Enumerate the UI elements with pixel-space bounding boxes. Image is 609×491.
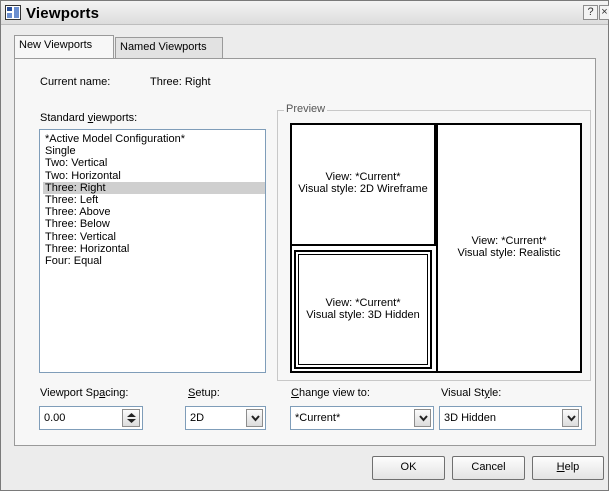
window-title: Viewports (26, 5, 100, 22)
chevron-down-icon[interactable] (562, 409, 579, 427)
list-item[interactable]: Three: Horizontal (43, 243, 265, 255)
viewports-icon (5, 5, 21, 20)
viewport-preview[interactable]: View: *Current* Visual style: 2D Wirefra… (290, 123, 582, 373)
list-item[interactable]: Three: Left (43, 194, 265, 206)
standard-viewports-label: Standard viewports: (40, 112, 138, 124)
visual-style-label: Visual Style: (441, 387, 502, 399)
setup-select[interactable]: 2D (185, 406, 266, 430)
ok-button[interactable]: OK (372, 456, 445, 480)
list-item[interactable]: Three: Vertical (43, 231, 265, 243)
list-item[interactable]: *Active Model Configuration* (43, 133, 265, 145)
viewport-spacing-input[interactable]: 0.00 (39, 406, 143, 430)
viewport-spacing-value: 0.00 (44, 412, 66, 424)
current-name-label: Current name: (40, 76, 111, 88)
tab-new-viewports[interactable]: New Viewports (14, 35, 114, 58)
preview-viewport-top-left[interactable]: View: *Current* Visual style: 2D Wirefra… (292, 125, 436, 246)
change-view-select[interactable]: *Current* (290, 406, 434, 430)
list-item[interactable]: Three: Above (43, 206, 265, 218)
viewport-view-text: View: *Current* (325, 171, 401, 183)
visual-style-select[interactable]: 3D Hidden (439, 406, 582, 430)
preview-viewport-right[interactable]: View: *Current* Visual style: Realistic (436, 125, 580, 371)
current-name-value: Three: Right (150, 76, 211, 88)
list-item[interactable]: Two: Vertical (43, 157, 265, 169)
list-item[interactable]: Single (43, 145, 265, 157)
change-view-value: *Current* (295, 412, 341, 424)
chevron-down-icon[interactable] (414, 409, 431, 427)
viewport-view-text: View: *Current* (471, 235, 547, 247)
list-item[interactable]: Three: Below (43, 218, 265, 230)
list-item[interactable]: Four: Equal (43, 255, 265, 267)
setup-value: 2D (190, 412, 205, 424)
setup-label: Setup: (188, 387, 220, 399)
cancel-button[interactable]: Cancel (452, 456, 525, 480)
help-icon[interactable]: ? (583, 5, 598, 20)
tab-named-viewports[interactable]: Named Viewports (115, 37, 223, 58)
list-item[interactable]: Two: Horizontal (43, 170, 265, 182)
help-button[interactable]: Help (532, 456, 604, 480)
title-bar[interactable]: Viewports ? × (1, 1, 609, 25)
viewports-dialog: Viewports ? × New Viewports Named Viewpo… (0, 0, 609, 491)
list-item[interactable]: Three: Right (43, 181, 265, 194)
change-view-label: Change view to: (291, 387, 370, 399)
viewport-style-text: Visual style: 2D Wireframe (298, 183, 428, 195)
visual-style-value: 3D Hidden (444, 412, 496, 424)
viewport-view-text: View: *Current* (325, 297, 401, 309)
standard-viewports-list[interactable]: *Active Model Configuration* Single Two: V… (39, 129, 266, 373)
preview-label: Preview (284, 103, 328, 115)
spinner-arrows-icon[interactable] (122, 409, 140, 427)
close-icon[interactable]: × (599, 5, 609, 20)
viewport-spacing-label: Viewport Spacing: (40, 387, 129, 399)
viewport-style-text: Visual style: Realistic (457, 247, 561, 259)
preview-viewport-bottom-left[interactable]: View: *Current* Visual style: 3D Hidden (294, 250, 432, 369)
viewport-style-text: Visual style: 3D Hidden (306, 309, 420, 321)
chevron-down-icon[interactable] (246, 409, 263, 427)
